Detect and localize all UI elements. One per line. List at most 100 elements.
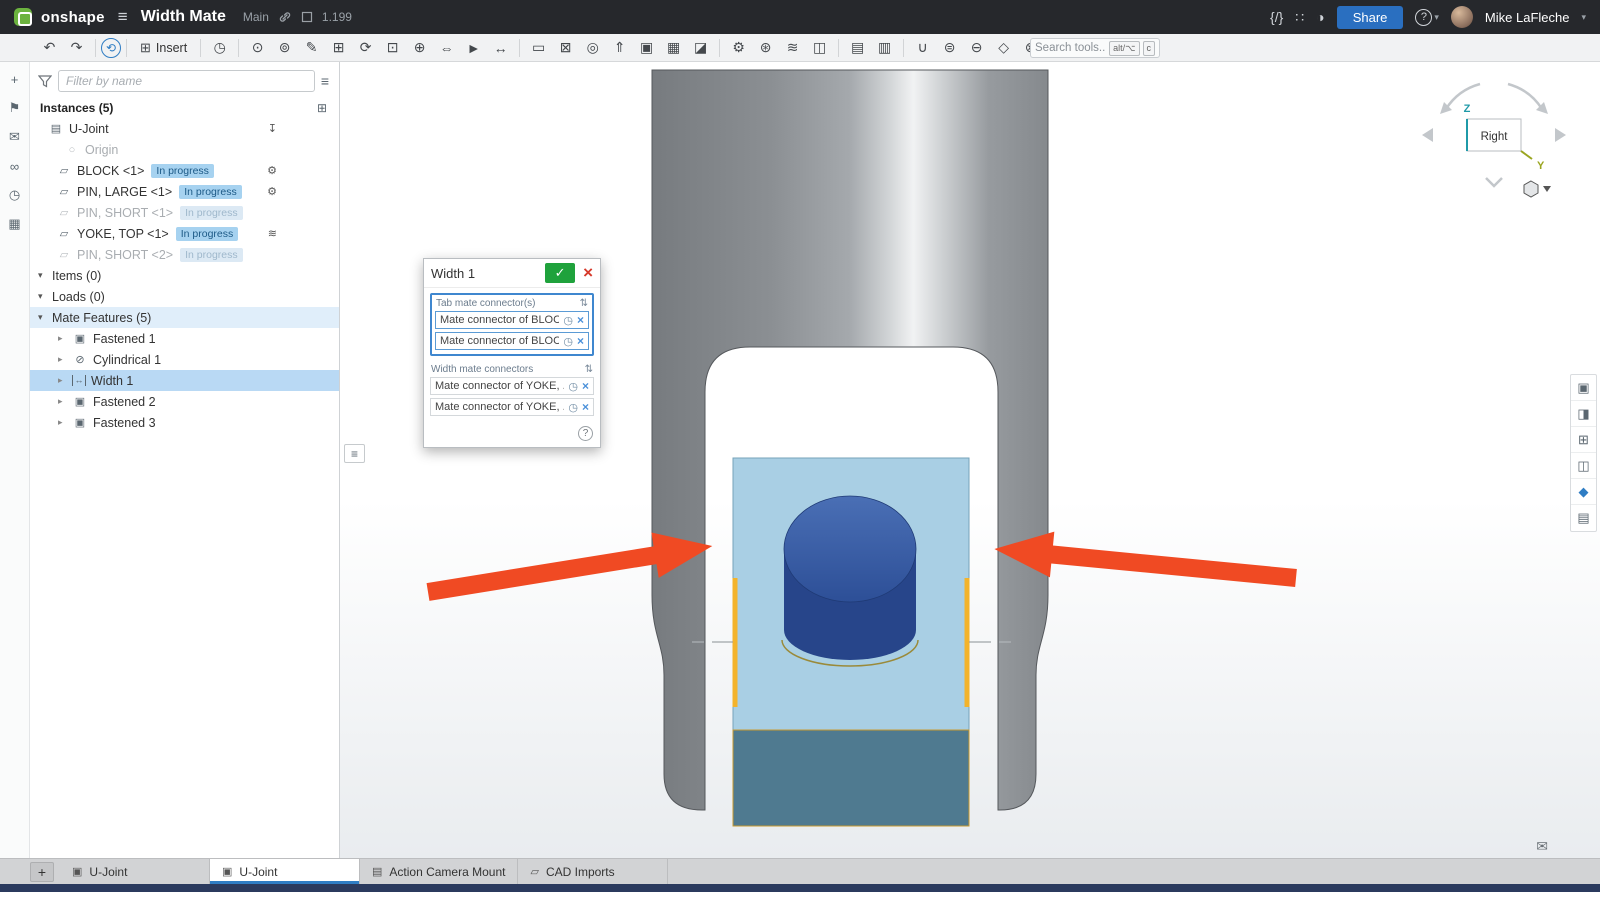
block-lower-part[interactable] <box>733 730 969 826</box>
relations-icon[interactable]: ≋ <box>779 37 806 59</box>
mate-connector-icon[interactable]: ◷ <box>563 314 573 327</box>
accept-button[interactable]: ✓ <box>545 263 575 283</box>
tangent-mate-icon[interactable]: ► <box>460 37 487 59</box>
belt-icon[interactable]: ∪ <box>909 37 936 59</box>
frame-icon[interactable]: ▭ <box>525 37 552 59</box>
mate-connector-panel-icon[interactable]: + <box>4 69 26 89</box>
rotate-arc-right[interactable] <box>1508 84 1542 109</box>
mate-connector-row[interactable]: Mate connector of YOKE, ...◷× <box>430 377 594 395</box>
version-label[interactable]: 1.199 <box>322 10 352 24</box>
insert-feature-icon[interactable]: ▣ <box>633 37 660 59</box>
tree-instance-row[interactable]: ○Origin <box>30 139 339 160</box>
section-panel-icon[interactable]: ◨ <box>1571 401 1596 427</box>
document-tab[interactable]: ▤Action Camera Mount <box>360 859 518 884</box>
table-icon[interactable]: ▦ <box>660 37 687 59</box>
tree-instance-row[interactable]: ▱PIN, LARGE <1>In progress⚙ <box>30 181 339 202</box>
in-context-icon[interactable]: ⚙ <box>267 164 277 177</box>
share-button[interactable]: Share <box>1337 6 1404 29</box>
measure-panel-icon[interactable]: ▤ <box>1571 505 1596 531</box>
rotate-right-arrow[interactable] <box>1555 128 1566 142</box>
pin-top-face[interactable] <box>784 496 916 602</box>
view-cube[interactable]: Right Z Y <box>1422 84 1566 186</box>
tree-instance-row[interactable]: ▱YOKE, TOP <1>In progress≋ <box>30 223 339 244</box>
bom-icon[interactable]: ▥ <box>871 37 898 59</box>
configure-icon[interactable]: ⊛ <box>752 37 779 59</box>
planar-mate-icon[interactable]: ⊞ <box>325 37 352 59</box>
sketch-icon[interactable]: ◇ <box>990 37 1017 59</box>
chevron-right-icon[interactable]: ▸ <box>58 396 72 407</box>
relations-panel-icon[interactable]: ∞ <box>4 156 26 176</box>
simulation-panel-icon[interactable]: ◆ <box>1571 479 1596 505</box>
tree-group-header[interactable]: ▾Loads (0) <box>30 286 339 307</box>
rotate-down-arrow[interactable] <box>1486 178 1502 186</box>
mate-connector-icon[interactable]: ◷ <box>563 335 573 348</box>
section-view-icon[interactable]: ◪ <box>687 37 714 59</box>
document-tab[interactable]: ▣U-Joint <box>60 859 210 884</box>
tables-panel-icon[interactable]: ◫ <box>1571 453 1596 479</box>
document-tab[interactable]: ▱CAD Imports <box>518 859 668 884</box>
insert-button[interactable]: ⊞ Insert <box>132 37 195 59</box>
cancel-button[interactable]: × <box>583 265 593 281</box>
mate-connector-icon[interactable]: ◷ <box>568 401 578 414</box>
search-tools-input[interactable]: Search tools... alt/⌥ c <box>1030 38 1160 58</box>
add-tab-button[interactable]: + <box>30 862 54 882</box>
snapshot-icon[interactable]: ◎ <box>579 37 606 59</box>
cam-icon[interactable]: ⊖ <box>963 37 990 59</box>
mate-icon[interactable]: ◷ <box>206 37 233 59</box>
parallel-mate-icon[interactable]: ⇔ <box>433 37 460 59</box>
user-name[interactable]: Mike LaFleche <box>1485 10 1570 25</box>
chevron-down-icon[interactable]: ▾ <box>38 270 52 281</box>
document-tab[interactable]: ▣U-Joint <box>210 859 360 884</box>
dialog-help-icon[interactable]: ? <box>578 426 593 441</box>
cylindrical-mate-icon[interactable]: ⟳ <box>352 37 379 59</box>
rotate-left-arrow[interactable] <box>1422 128 1433 142</box>
slider-mate-icon[interactable]: ⊡ <box>379 37 406 59</box>
in-context-icon[interactable]: ⚙ <box>267 185 277 198</box>
tree-feature-row[interactable]: ▸▣Fastened 3 <box>30 412 339 433</box>
settings-icon[interactable]: ⚙ <box>725 37 752 59</box>
version-icon[interactable] <box>301 11 313 23</box>
explode-icon[interactable]: ⊠ <box>552 37 579 59</box>
named-positions-icon[interactable]: ⇑ <box>606 37 633 59</box>
tree-feature-row[interactable]: ▸▣Fastened 1 <box>30 328 339 349</box>
bom-panel-icon[interactable]: ▦ <box>4 214 26 234</box>
tree-feature-row[interactable]: ▸⊘Cylindrical 1 <box>30 349 339 370</box>
dialog-header[interactable]: Width 1 ✓ × <box>424 259 600 288</box>
chevron-right-icon[interactable]: ▸ <box>58 354 72 365</box>
branch-label[interactable]: Main <box>243 10 269 24</box>
panel-toggle-button[interactable]: ≡ <box>344 444 365 463</box>
appearance-panel-icon[interactable]: ⚑ <box>4 98 26 118</box>
mate-connector-row[interactable]: Mate connector of YOKE, ...◷× <box>430 398 594 416</box>
featurescript-icon[interactable]: {/} <box>1270 9 1283 25</box>
user-menu-chevron-icon[interactable]: ▾ <box>1581 12 1586 23</box>
display-panel-icon[interactable]: ⊞ <box>1571 427 1596 453</box>
section-icon[interactable]: ≋ <box>268 227 277 240</box>
appearance-icon[interactable]: ✎ <box>298 37 325 59</box>
mate-connector-icon[interactable]: ◷ <box>568 380 578 393</box>
hamburger-menu-icon[interactable]: ≡ <box>118 7 128 27</box>
resource-center-icon[interactable]: ◑ <box>1316 9 1324 25</box>
help-menu-button[interactable]: ? ▾ <box>1415 9 1439 26</box>
insert-instance-icon[interactable]: ⊞ <box>317 101 327 115</box>
fastened-mate-icon[interactable]: ⊙ <box>244 37 271 59</box>
remove-icon[interactable]: × <box>582 379 589 393</box>
remove-icon[interactable]: × <box>582 400 589 414</box>
views-panel-icon[interactable]: ▣ <box>1571 375 1596 401</box>
pulley-icon[interactable]: ⊜ <box>936 37 963 59</box>
sort-icon[interactable]: ⇅ <box>585 364 593 375</box>
tree-instance-row[interactable]: ▱BLOCK <1>In progress⚙ <box>30 160 339 181</box>
comments-panel-icon[interactable]: ✉ <box>4 127 26 147</box>
filter-input[interactable] <box>58 70 315 92</box>
list-view-icon[interactable]: ≡ <box>321 73 329 89</box>
undo-button[interactable]: ↶ <box>36 37 63 59</box>
mate-connector-row[interactable]: Mate connector of BLOCK ...◷× <box>435 311 589 329</box>
mate-connector-row[interactable]: Mate connector of BLOCK ...◷× <box>435 332 589 350</box>
onshape-logo-icon[interactable] <box>14 8 32 26</box>
user-avatar[interactable] <box>1451 6 1473 28</box>
chevron-down-icon[interactable]: ▾ <box>38 291 52 302</box>
tree-group-header[interactable]: ▾Mate Features (5) <box>30 307 339 328</box>
group-icon[interactable]: ↔ <box>487 37 514 59</box>
tree-instance-row[interactable]: ▱PIN, SHORT <1>In progress <box>30 202 339 223</box>
apps-grid-icon[interactable]: ∷ <box>1295 9 1304 26</box>
tree-feature-row[interactable]: ▸▣Fastened 2 <box>30 391 339 412</box>
